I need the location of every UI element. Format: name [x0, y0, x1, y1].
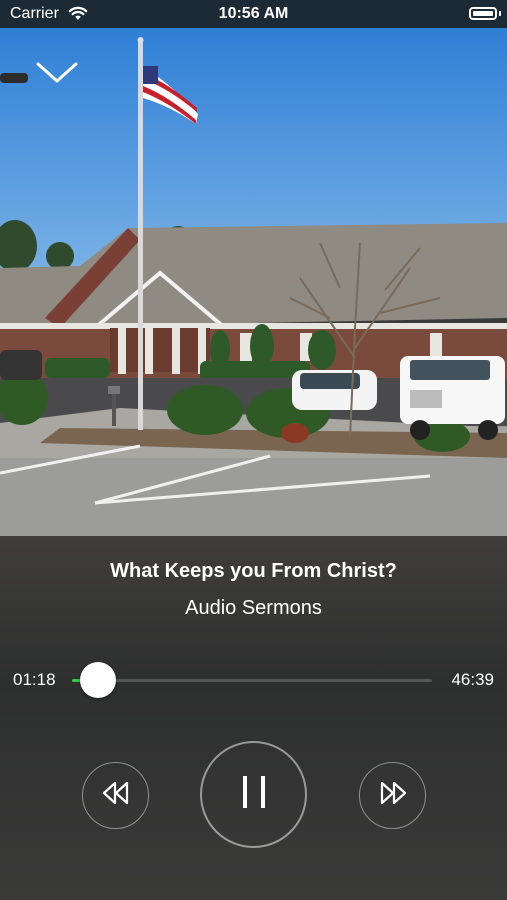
chevron-down-icon: [30, 62, 84, 94]
progress-track[interactable]: [72, 679, 432, 682]
rewind-icon: [102, 781, 130, 810]
status-bar: Carrier 10:56 AM: [0, 0, 507, 28]
elapsed-time: 01:18: [13, 670, 56, 689]
pause-button[interactable]: [200, 741, 307, 848]
status-time: 10:56 AM: [218, 5, 289, 22]
fast-forward-icon: [379, 781, 407, 810]
track-subtitle: Audio Sermons: [185, 597, 322, 619]
collapse-button[interactable]: [30, 56, 84, 90]
progress-thumb[interactable]: [80, 662, 116, 698]
fast-forward-button[interactable]: [359, 762, 426, 829]
remaining-time: 46:39: [451, 670, 494, 689]
rewind-button[interactable]: [82, 762, 149, 829]
track-title: What Keeps you From Christ?: [110, 560, 397, 582]
battery-tip: [499, 11, 501, 16]
battery-icon: [469, 7, 497, 20]
pause-icon: [239, 774, 269, 815]
album-artwork: [0, 28, 507, 536]
